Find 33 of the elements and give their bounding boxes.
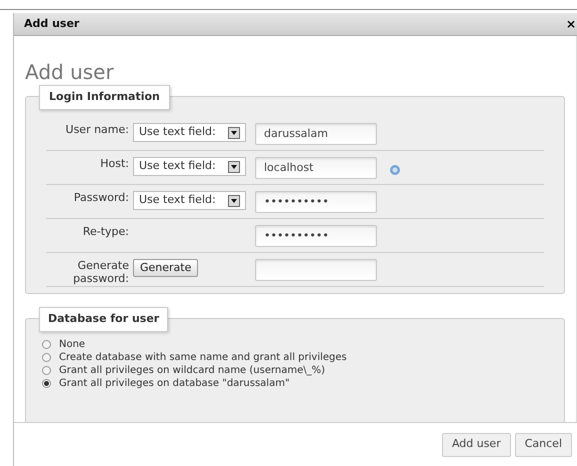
field-label: Password: — [72, 191, 130, 204]
page-heading: Add user — [25, 62, 115, 82]
field-label: Generate password: — [72, 259, 130, 285]
dialog-button[interactable]: Cancel — [514, 432, 572, 456]
text-field[interactable] — [255, 259, 377, 281]
type-select[interactable]: Use text field: — [133, 191, 246, 210]
section-legend: Database for user — [39, 307, 168, 332]
field-label: User name: — [64, 123, 130, 136]
radio-option[interactable]: Create database with same name and grant all privileges — [42, 351, 548, 364]
radio-button[interactable] — [42, 353, 51, 362]
radio-button[interactable] — [42, 366, 51, 375]
dialog-button[interactable]: Add user — [442, 432, 511, 456]
text-field[interactable]: localhost — [255, 157, 377, 179]
field-label: Host: — [99, 157, 130, 170]
dropdown-caret-icon — [228, 160, 240, 172]
radio-option[interactable]: Grant all privileges on wildcard name (username\_%) — [42, 364, 548, 377]
dialog-title: Add user — [24, 16, 80, 32]
radio-option[interactable]: Grant all privileges on database "darussalam" — [42, 377, 548, 390]
radio-button[interactable] — [42, 340, 51, 349]
dropdown-caret-icon — [228, 126, 240, 138]
type-select[interactable]: Use text field: — [133, 157, 246, 176]
type-select[interactable]: Use text field: — [133, 123, 246, 142]
radio-option[interactable]: None — [42, 338, 548, 351]
text-field[interactable]: •••••••••• — [255, 191, 377, 213]
generate-button[interactable]: Generate — [133, 259, 198, 277]
close-button[interactable]: × — [566, 18, 576, 30]
text-field[interactable]: darussalam — [255, 123, 377, 145]
text-field[interactable]: •••••••••• — [255, 225, 377, 247]
section-legend: Login Information — [39, 85, 170, 110]
dropdown-caret-icon — [228, 194, 240, 206]
field-label: Re-type: — [82, 225, 130, 238]
help-icon[interactable] — [390, 164, 400, 174]
radio-button[interactable] — [42, 379, 51, 388]
